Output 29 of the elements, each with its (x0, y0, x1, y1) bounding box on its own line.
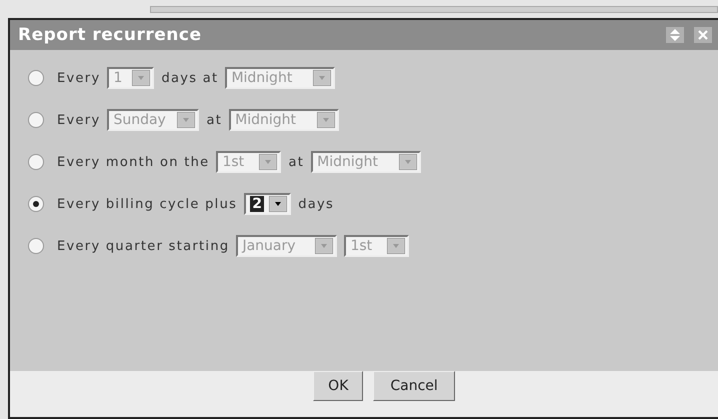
dropdown[interactable]: 1st (216, 151, 282, 173)
radio-button[interactable] (28, 70, 44, 86)
dropdown[interactable]: Midnight (225, 67, 336, 89)
option-label: Every (57, 112, 100, 128)
dropdown[interactable]: 2 (244, 193, 292, 215)
dropdown[interactable]: 1st (344, 235, 410, 257)
option-label: days at (161, 70, 218, 86)
resize-icon[interactable] (666, 27, 684, 43)
option-label: Every billing cycle plus (57, 196, 238, 212)
radio-button[interactable] (28, 196, 44, 212)
option-label: Every (57, 70, 100, 86)
option-label: days (298, 196, 334, 212)
dropdown[interactable]: January (236, 235, 338, 257)
option-label: at (288, 154, 304, 170)
option-label: Every quarter starting (57, 238, 230, 254)
radio-button[interactable] (28, 238, 44, 254)
dropdown[interactable]: 1 (107, 67, 154, 89)
option-label: Every month on the (57, 154, 210, 170)
close-icon[interactable] (694, 27, 712, 43)
dropdown[interactable]: Sunday (107, 109, 200, 131)
dialog-button[interactable]: Cancel (373, 371, 455, 401)
dropdown[interactable]: Midnight (229, 109, 340, 131)
dropdown[interactable]: Midnight (311, 151, 422, 173)
dialog-button[interactable]: OK (313, 371, 364, 401)
radio-button[interactable] (28, 112, 44, 128)
radio-button[interactable] (28, 154, 44, 170)
window-title: Report recurrence (18, 25, 202, 45)
dropdown-arrow-icon[interactable] (269, 196, 288, 212)
option-label: at (206, 112, 222, 128)
